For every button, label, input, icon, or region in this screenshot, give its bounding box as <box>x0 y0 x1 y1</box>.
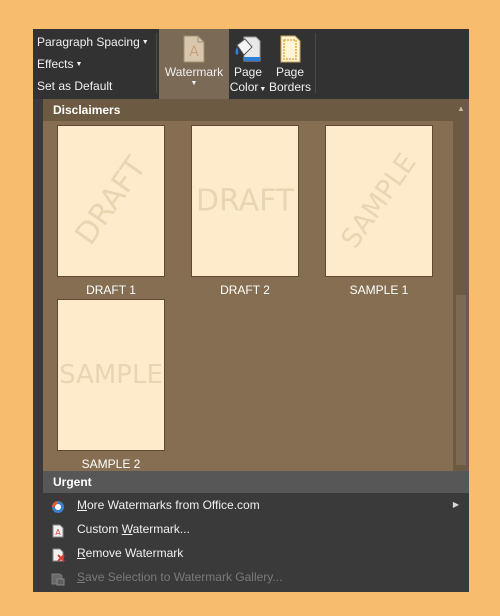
watermark-preview-text: SAMPLE <box>335 147 423 255</box>
watermark-gallery-dropdown: Disclaimers DRAFT DRAFT 1 DRAFT DRAFT 2 … <box>43 99 469 592</box>
svg-text:A: A <box>189 44 199 60</box>
thumbnail-page: DRAFT <box>57 125 165 277</box>
menu-label-part: ave Selection to Watermark Gallery... <box>85 570 283 584</box>
gallery-item-caption: SAMPLE 2 <box>81 457 141 471</box>
save-to-gallery-icon <box>51 570 65 586</box>
svg-text:A: A <box>55 528 61 537</box>
gallery-item-caption: SAMPLE 1 <box>349 283 409 297</box>
submenu-arrow-icon: ▶ <box>452 500 459 509</box>
set-as-default-button[interactable]: Set as Default <box>35 76 114 96</box>
remove-watermark-icon <box>51 546 65 562</box>
gallery-item-draft-2[interactable]: DRAFT DRAFT 2 <box>191 125 299 297</box>
paragraph-spacing-button[interactable]: Paragraph Spacing ▼ <box>35 32 151 52</box>
thumbnail-page: SAMPLE <box>57 299 165 451</box>
gallery-item-sample-2[interactable]: SAMPLE SAMPLE 2 <box>57 299 165 471</box>
watermark-label: Watermark <box>164 65 224 79</box>
chevron-down-icon: ▼ <box>75 60 83 68</box>
effects-label: Effects <box>37 57 74 71</box>
menu-accelerator-key: W <box>121 522 133 536</box>
gallery-item-caption: DRAFT 1 <box>86 283 136 297</box>
effects-button[interactable]: Effects ▼ <box>35 54 84 74</box>
ribbon-divider <box>315 33 316 93</box>
custom-watermark-menu-item[interactable]: A Custom Watermark... <box>43 517 469 541</box>
menu-accelerator-key: M <box>77 498 87 512</box>
page-color-label-line2: Color <box>229 80 259 94</box>
chevron-down-icon: ▼ <box>190 80 198 87</box>
menu-accelerator-key: R <box>77 546 86 560</box>
scrollbar-thumb[interactable] <box>456 295 466 465</box>
chevron-down-icon: ▼ <box>259 86 267 93</box>
page-borders-icon <box>277 35 303 63</box>
document-formatting-commands: Paragraph Spacing ▼ Effects ▼ Set as Defau… <box>33 29 155 99</box>
watermark-preview-text: SAMPLE <box>59 360 163 390</box>
gallery-item-draft-1[interactable]: DRAFT DRAFT 1 <box>57 125 165 297</box>
ribbon: Paragraph Spacing ▼ Effects ▼ Set as Defau… <box>33 29 469 99</box>
more-watermarks-menu-item[interactable]: More Watermarks from Office.com ▶ <box>43 493 469 517</box>
watermark-gallery: DRAFT DRAFT 1 DRAFT DRAFT 2 SAMPLE SAMPL… <box>43 121 453 471</box>
page-color-label-line1: Page <box>233 65 263 79</box>
scroll-up-arrow-icon[interactable]: ▲ <box>455 102 467 116</box>
office-online-icon <box>51 498 65 513</box>
disclaimers-section-header: Disclaimers <box>43 99 469 121</box>
menu-label-part: Custom <box>77 522 122 536</box>
watermark-preview-text: DRAFT <box>68 150 154 252</box>
menu-label-part: emove Watermark <box>85 546 184 560</box>
chevron-down-icon: ▼ <box>141 38 149 46</box>
save-selection-menu-item[interactable]: Save Selection to Watermark Gallery... <box>43 565 469 589</box>
page-color-button[interactable]: Page Color▼ <box>229 29 267 99</box>
urgent-section-header: Urgent <box>43 471 469 493</box>
watermark-icon: A <box>181 35 207 63</box>
page-borders-button[interactable]: Page Borders <box>269 29 311 99</box>
page-color-icon <box>235 35 261 63</box>
menu-label-part: ore Watermarks from Office.com <box>87 498 260 512</box>
set-as-default-label: Set as Default <box>37 79 113 93</box>
custom-watermark-icon: A <box>51 522 65 538</box>
thumbnail-page: DRAFT <box>191 125 299 277</box>
watermark-button[interactable]: A Watermark ▼ <box>159 29 229 99</box>
watermark-menu: More Watermarks from Office.com ▶ A Cust… <box>43 493 469 589</box>
paragraph-spacing-label: Paragraph Spacing <box>37 35 140 49</box>
ribbon-divider <box>156 33 157 93</box>
gallery-scrollbar[interactable]: ▲ <box>453 99 469 471</box>
gallery-item-caption: DRAFT 2 <box>220 283 270 297</box>
watermark-preview-text: DRAFT <box>195 183 295 219</box>
page-borders-label-line2: Borders <box>269 80 312 94</box>
menu-accelerator-key: S <box>77 570 86 584</box>
gallery-item-sample-1[interactable]: SAMPLE SAMPLE 1 <box>325 125 433 297</box>
thumbnail-page: SAMPLE <box>325 125 433 277</box>
watermark-dropdown-window: Paragraph Spacing ▼ Effects ▼ Set as Defau… <box>33 29 469 592</box>
menu-label-part: atermark... <box>132 522 190 536</box>
page-borders-label-line1: Page <box>275 65 305 79</box>
remove-watermark-menu-item[interactable]: Remove Watermark <box>43 541 469 565</box>
